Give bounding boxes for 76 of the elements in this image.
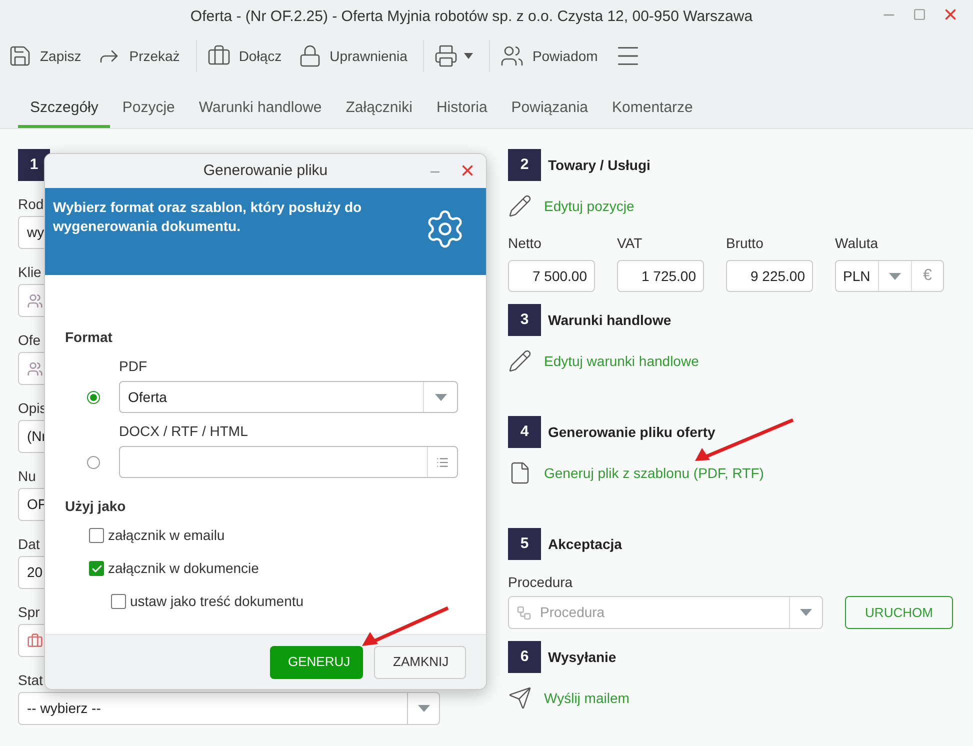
generate-button[interactable]: GENERUJ bbox=[270, 646, 363, 678]
tab[interactable]: Warunki handlowe bbox=[186, 92, 334, 128]
amount-field[interactable]: 1 725.00 bbox=[617, 260, 704, 292]
section-title: Warunki handlowe bbox=[548, 310, 672, 330]
section-number: 6 bbox=[508, 641, 541, 673]
caret-icon bbox=[434, 394, 446, 400]
section-number: 2 bbox=[508, 149, 541, 181]
briefcase-icon bbox=[27, 632, 43, 648]
people-icon bbox=[27, 360, 43, 376]
pencil-icon bbox=[508, 349, 532, 373]
field-label: Ofe bbox=[18, 331, 41, 350]
field-label: Nu bbox=[18, 467, 36, 486]
caret-icon bbox=[889, 272, 901, 280]
field-label: Stat bbox=[18, 671, 43, 690]
field-label: Rod bbox=[18, 195, 44, 214]
caret-icon bbox=[464, 53, 474, 59]
people-icon bbox=[27, 292, 43, 308]
field-label: VAT bbox=[617, 234, 644, 253]
list-icon bbox=[436, 456, 449, 468]
radio-button[interactable] bbox=[87, 390, 100, 404]
field-label: Brutto bbox=[726, 234, 764, 253]
section-title: Towary / Usługi bbox=[548, 156, 650, 175]
toolbar-button[interactable]: Przekaż bbox=[97, 44, 196, 68]
banner-text: Wybierz format oraz szablon, który posłuży do wygenerowania dokumentu. bbox=[53, 198, 363, 236]
field-label: Spr bbox=[18, 603, 40, 622]
tab[interactable]: Powiązania bbox=[499, 92, 600, 128]
tab[interactable]: Historia bbox=[424, 92, 500, 128]
maximize-icon[interactable] bbox=[913, 8, 926, 21]
caret-icon bbox=[800, 609, 812, 616]
amount-field[interactable]: 9 225.00 bbox=[726, 260, 813, 292]
checkbox-label: załącznik w emailu bbox=[108, 526, 225, 545]
tab[interactable]: Pozycje bbox=[110, 92, 187, 128]
field-label: Dat bbox=[18, 535, 40, 554]
section-label: Użyj jako bbox=[65, 497, 127, 516]
format-label: PDF bbox=[118, 357, 148, 376]
send-icon bbox=[508, 686, 532, 710]
section-title: Akceptacja bbox=[548, 534, 622, 554]
section-number: 3 bbox=[508, 304, 541, 336]
dialog-title: Generowanie pliku bbox=[203, 160, 328, 181]
toolbar-button[interactable]: Dołącz bbox=[206, 44, 298, 68]
format-label: DOCX / RTF / HTML bbox=[118, 422, 249, 441]
status-select[interactable]: -- wybierz -- bbox=[18, 692, 440, 725]
checkbox[interactable] bbox=[89, 528, 104, 543]
tab[interactable]: Komentarze bbox=[600, 92, 705, 128]
save-icon bbox=[8, 44, 32, 68]
field-label: Klie bbox=[18, 263, 42, 282]
toolbar-button[interactable]: Uprawnienia bbox=[298, 44, 424, 68]
toolbar-button[interactable]: Zapisz bbox=[8, 44, 98, 68]
section-number: 5 bbox=[508, 528, 541, 560]
window-title: Oferta - (Nr OF.2.25) - Oferta Myjnia robotów sp. z o.o. Czysta 12, 00-950 Warszawa bbox=[190, 6, 753, 27]
caret-icon bbox=[418, 705, 430, 712]
radio-button[interactable] bbox=[87, 456, 100, 468]
field-label: Procedura bbox=[508, 573, 574, 592]
checkbox[interactable] bbox=[111, 594, 126, 609]
template-file-field[interactable] bbox=[119, 446, 458, 478]
template-select[interactable]: Oferta bbox=[119, 381, 458, 413]
checkbox-label: załącznik w dokumencie bbox=[108, 559, 259, 578]
section-title: Generowanie pliku oferty bbox=[548, 422, 716, 442]
section-label: Format bbox=[65, 328, 114, 347]
close-button[interactable]: ZAMKNIJ bbox=[374, 646, 466, 678]
section-title: Wysyłanie bbox=[548, 648, 616, 667]
pencil-icon bbox=[508, 194, 532, 218]
currency-select[interactable]: PLN € bbox=[835, 260, 944, 292]
people-icon bbox=[500, 44, 524, 68]
lock-icon bbox=[298, 44, 322, 68]
tab[interactable]: Załączniki bbox=[334, 92, 424, 128]
tab[interactable]: Szczegóły bbox=[18, 92, 110, 128]
printer-icon bbox=[434, 44, 458, 68]
checkbox[interactable] bbox=[89, 561, 104, 576]
field-label: Netto bbox=[508, 234, 542, 253]
workflow-icon bbox=[516, 604, 532, 620]
toolbar-button[interactable]: Powiadom bbox=[500, 44, 614, 68]
section-number: 4 bbox=[508, 416, 541, 448]
field-label: Waluta bbox=[835, 234, 880, 253]
checkbox-label: ustaw jako treść dokumentu bbox=[130, 592, 304, 611]
amount-field[interactable]: 7 500.00 bbox=[508, 260, 595, 292]
